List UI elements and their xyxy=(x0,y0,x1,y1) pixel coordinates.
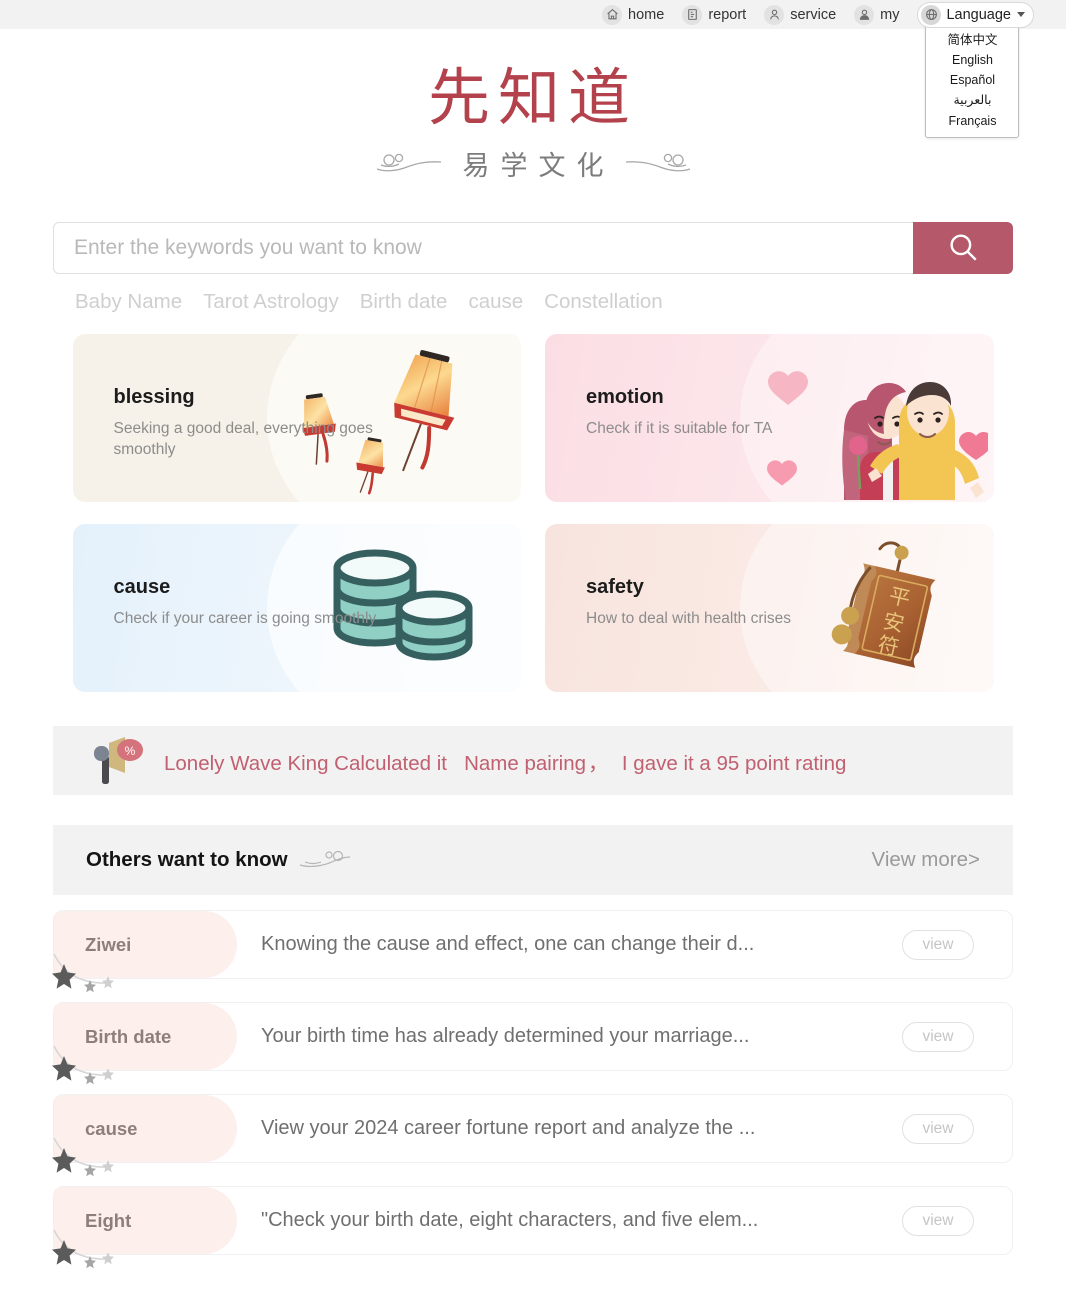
nav-label-home: home xyxy=(628,6,665,23)
search-bar xyxy=(53,222,1013,275)
row-tag-label: Birth date xyxy=(85,1025,172,1047)
nav-label-my: my xyxy=(880,6,900,23)
tag-birth-date[interactable]: Birth date xyxy=(360,290,448,314)
language-button[interactable]: Language xyxy=(917,1,1034,28)
row-description: "Check your birth date, eight characters… xyxy=(261,1209,759,1232)
card-desc-emotion: Check if it is suitable for TA xyxy=(586,420,773,438)
nav-item-my[interactable]: my xyxy=(854,4,900,25)
site-logo: 先知道 易学文化 xyxy=(0,29,1066,183)
announcement-banner[interactable]: % Lonely Wave King Calculated it Name pa… xyxy=(53,726,1013,796)
language-button-label: Language xyxy=(946,6,1011,23)
row-tag-chip: cause xyxy=(54,1095,237,1163)
row-tag-chip: Ziwei xyxy=(54,911,237,979)
view-more-link[interactable]: View more > xyxy=(872,848,980,872)
topics-list: Ziwei Knowing the cause and effect, one … xyxy=(52,910,1013,1269)
announcement-part-1: Lonely Wave King Calculated it xyxy=(164,751,447,775)
megaphone-percent-icon: % xyxy=(94,736,143,784)
chevron-right-icon: > xyxy=(968,848,980,872)
row-tag-label: cause xyxy=(85,1117,138,1139)
row-description: Knowing the cause and effect, one can ch… xyxy=(261,933,755,956)
feature-card-cause[interactable]: cause Check if your career is going smoo… xyxy=(72,524,521,693)
row-tag-chip: Eight xyxy=(54,1187,237,1255)
nav-item-home[interactable]: home xyxy=(602,4,665,25)
card-desc-cause: Check if your career is going smoothly xyxy=(113,610,377,628)
nav-item-service[interactable]: service xyxy=(764,4,837,25)
feature-card-emotion[interactable]: emotion Check if it is suitable for TA xyxy=(545,334,994,503)
tag-tarot-astrology[interactable]: Tarot Astrology xyxy=(203,290,339,314)
logo-title: 先知道 xyxy=(427,65,638,133)
row-description: View your 2024 career fortune report and… xyxy=(261,1117,756,1140)
service-icon xyxy=(764,4,785,25)
card-title-cause: cause xyxy=(113,576,171,599)
nav-item-report[interactable]: report xyxy=(682,4,747,25)
table-row[interactable]: Ziwei Knowing the cause and effect, one … xyxy=(52,910,1013,993)
feature-card-safety[interactable]: 平 安 符 safety How to deal with health cri… xyxy=(545,524,994,693)
row-tag-chip: Birth date xyxy=(54,1003,237,1071)
svg-text:%: % xyxy=(125,744,136,758)
card-desc-safety: How to deal with health crises xyxy=(586,610,792,628)
search-suggestion-tags: Baby Name Tarot Astrology Birth date cau… xyxy=(53,290,1013,314)
chevron-down-icon xyxy=(1017,12,1025,17)
row-tag-label: Eight xyxy=(85,1209,132,1231)
tag-baby-name[interactable]: Baby Name xyxy=(75,290,182,314)
search-button[interactable] xyxy=(913,222,1013,275)
language-selector: Language 简体中文 English Español بالعربية F… xyxy=(917,1,1034,138)
language-option-es[interactable]: Español xyxy=(926,70,1018,90)
user-icon xyxy=(854,4,875,25)
table-row[interactable]: Birth date Your birth time has already d… xyxy=(52,1002,1013,1085)
home-icon xyxy=(602,4,623,25)
card-title-emotion: emotion xyxy=(586,386,664,409)
language-option-zh[interactable]: 简体中文 xyxy=(926,30,1018,50)
card-title-safety: safety xyxy=(586,576,644,599)
report-icon xyxy=(682,4,703,25)
row-description: Your birth time has already determined y… xyxy=(261,1025,750,1048)
cloud-ornament-icon xyxy=(299,850,350,868)
search-input[interactable] xyxy=(53,222,913,275)
top-navigation-bar: home report service my Language 简体中文 Eng… xyxy=(0,0,1066,138)
section-title: Others want to know xyxy=(86,848,288,872)
view-button[interactable]: view xyxy=(902,929,974,960)
table-row[interactable]: cause View your 2024 career fortune repo… xyxy=(52,1094,1013,1177)
others-want-to-know-header: Others want to know View more > xyxy=(53,825,1013,896)
row-tag-label: Ziwei xyxy=(85,933,132,955)
cloud-ornament-icon-right xyxy=(625,153,690,171)
view-more-label: View more xyxy=(871,848,969,872)
feature-cards-grid: blessing Seeking a good deal, everything… xyxy=(72,334,994,693)
feature-card-blessing[interactable]: blessing Seeking a good deal, everything… xyxy=(72,334,521,503)
announcement-text[interactable]: Lonely Wave King Calculated it Name pair… xyxy=(164,746,846,776)
tag-cause[interactable]: cause xyxy=(468,290,523,314)
search-icon xyxy=(946,230,980,267)
language-option-en[interactable]: English xyxy=(926,50,1018,70)
language-dropdown-menu: 简体中文 English Español بالعربية Français xyxy=(925,23,1020,138)
logo-subtitle: 易学文化 xyxy=(462,151,615,182)
tag-constellation[interactable]: Constellation xyxy=(544,290,663,314)
nav-label-service: service xyxy=(790,6,837,23)
announcement-part-3: I gave it a 95 point rating xyxy=(621,751,847,775)
nav-label-report: report xyxy=(708,6,747,23)
globe-icon xyxy=(921,4,942,25)
announcement-separator: ， xyxy=(588,751,609,775)
language-option-ar[interactable]: بالعربية xyxy=(926,90,1018,110)
table-row[interactable]: Eight "Check your birth date, eight char… xyxy=(52,1186,1013,1269)
view-button[interactable]: view xyxy=(902,1113,974,1144)
card-title-blessing: blessing xyxy=(113,386,195,409)
card-desc-blessing: Seeking a good deal, everything goes smo… xyxy=(113,420,373,459)
view-button[interactable]: view xyxy=(902,1021,974,1052)
view-button[interactable]: view xyxy=(902,1205,974,1236)
language-option-fr[interactable]: Français xyxy=(926,111,1018,131)
cloud-ornament-icon xyxy=(376,153,441,171)
announcement-part-2: Name pairing xyxy=(464,751,586,775)
